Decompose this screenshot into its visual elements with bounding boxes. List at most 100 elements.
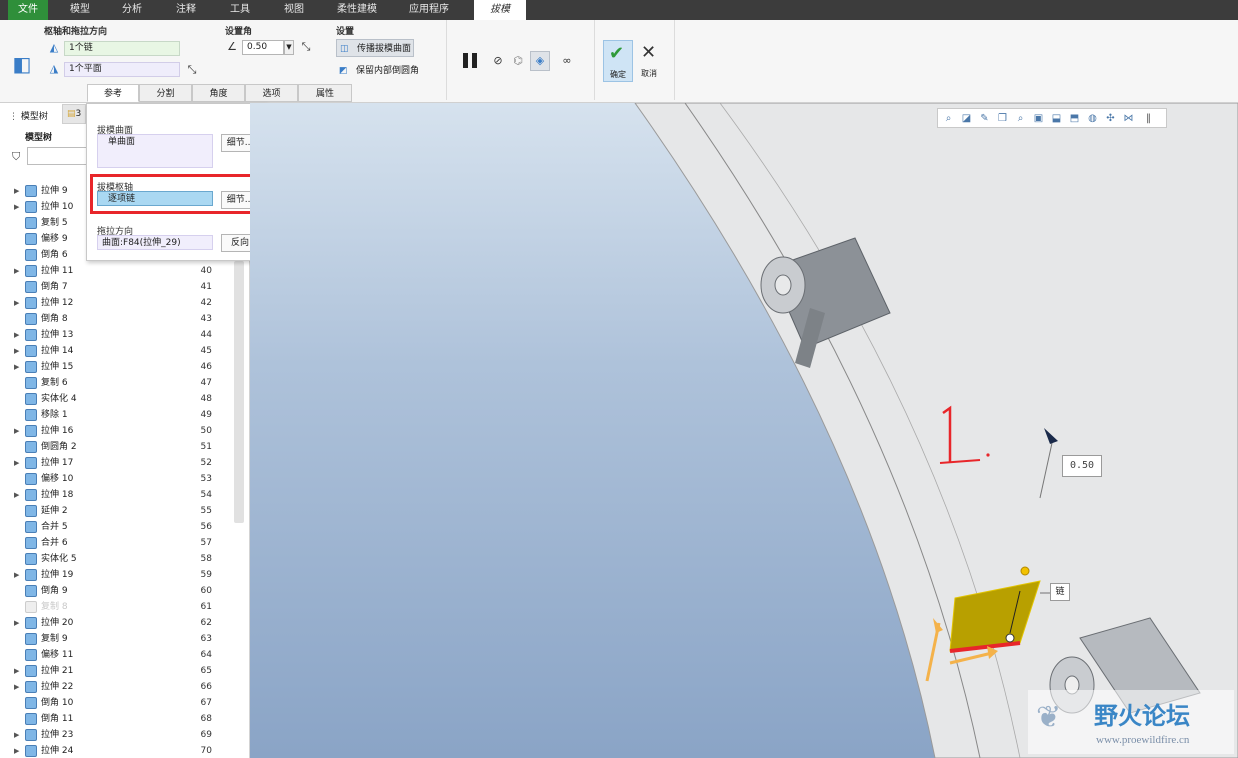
preview-geometry-icon[interactable]: ⌬ [510, 53, 526, 69]
expand-arrow-icon[interactable]: ▶ [14, 743, 19, 758]
tab-tools[interactable]: 工具 [222, 0, 258, 20]
keep-round-button[interactable]: ◩ 保留内部倒圆角 [336, 62, 426, 80]
tree-row[interactable]: ▶ 拉伸 12 42 [0, 295, 232, 311]
draft-hinges-collector[interactable]: 逐项链 [97, 191, 213, 206]
tab-view[interactable]: 视图 [276, 0, 312, 20]
tab-analysis[interactable]: 分析 [114, 0, 150, 20]
expand-arrow-icon[interactable]: ▶ [14, 199, 19, 215]
tree-row[interactable]: ▶ 拉伸 16 50 [0, 423, 232, 439]
tree-row[interactable]: 移除 1 49 [0, 407, 232, 423]
draft-surfaces-collector[interactable]: 单曲面 [97, 134, 213, 168]
expand-arrow-icon[interactable]: ▶ [14, 455, 19, 471]
tree-row[interactable]: ▶ 拉伸 21 65 [0, 663, 232, 679]
tab-annotate[interactable]: 注释 [168, 0, 204, 20]
tab-draft[interactable]: 拔模 [474, 0, 526, 20]
expand-arrow-icon[interactable]: ▶ [14, 679, 19, 695]
pull-direction-collector[interactable]: 1个平面 [64, 62, 180, 77]
expand-arrow-icon[interactable]: ▶ [14, 567, 19, 583]
expand-arrow-icon[interactable]: ▶ [14, 727, 19, 743]
glasses-icon[interactable]: ∞ [556, 53, 578, 69]
tree-row[interactable]: 倒角 7 41 [0, 279, 232, 295]
angle-dimension-label[interactable]: 0.50 [1062, 455, 1102, 477]
expand-arrow-icon[interactable]: ▶ [14, 487, 19, 503]
saved-views-icon[interactable]: ❒ [996, 112, 1009, 125]
ok-button[interactable]: ✔ 确定 [603, 40, 633, 82]
expand-arrow-icon[interactable]: ▶ [14, 327, 19, 343]
expand-arrow-icon[interactable]: ▶ [14, 183, 19, 199]
expand-arrow-icon[interactable]: ▶ [14, 615, 19, 631]
tab-applications[interactable]: 应用程序 [400, 0, 458, 20]
expand-arrow-icon[interactable]: ▶ [14, 423, 19, 439]
tree-row[interactable]: 实体化 5 58 [0, 551, 232, 567]
zoom-out-icon[interactable]: ⌕ [1014, 112, 1027, 125]
tree-row[interactable]: ▶ 拉伸 23 69 [0, 727, 232, 743]
tree-row[interactable]: 倒角 11 68 [0, 711, 232, 727]
tree-row[interactable]: 复制 9 63 [0, 631, 232, 647]
display-style-icon[interactable]: ▣ [1032, 112, 1045, 125]
pause-icon[interactable] [463, 53, 468, 68]
orient-icon[interactable]: ⬓ [1050, 112, 1063, 125]
verify-icon[interactable]: ◈ [530, 51, 550, 71]
graphics-viewport[interactable]: 0.50 链 1. ⌕ ◪ ✎ ❒ ⌕ ▣ ⬓ ⬒ ◍ ✣ ⋈ ‖ ❦ 野火论坛… [250, 103, 1238, 758]
expand-arrow-icon[interactable]: ▶ [14, 343, 19, 359]
subtab-references[interactable]: 参考 [87, 84, 139, 102]
no-preview-icon[interactable]: ⊘ [490, 53, 506, 69]
angle-dropdown-arrow-icon[interactable]: ▼ [284, 40, 294, 55]
datum-display-icon[interactable]: ✣ [1104, 112, 1117, 125]
tree-row[interactable]: ▶ 拉伸 24 70 [0, 743, 232, 758]
refit-icon[interactable]: ◪ [960, 112, 973, 125]
tab-layer-tree[interactable]: ▤3 [62, 104, 86, 124]
tree-row[interactable]: 实体化 4 48 [0, 391, 232, 407]
tree-row[interactable]: 倒角 9 60 [0, 583, 232, 599]
tree-row[interactable]: 合并 5 56 [0, 519, 232, 535]
cancel-button[interactable]: ✕ 取消 [636, 40, 662, 82]
tree-row[interactable]: ▶ 拉伸 19 59 [0, 567, 232, 583]
tree-row[interactable]: 倒圆角 2 51 [0, 439, 232, 455]
tree-row[interactable]: 倒角 10 67 [0, 695, 232, 711]
repaint-icon[interactable]: ✎ [978, 112, 991, 125]
tab-file[interactable]: 文件 [8, 0, 48, 20]
subtab-angles[interactable]: 角度 [192, 84, 245, 102]
angle-input[interactable]: 0.50 [242, 40, 284, 55]
tree-row[interactable]: ▶ 拉伸 22 66 [0, 679, 232, 695]
filter-icon[interactable]: ⛉ [12, 150, 20, 164]
expand-arrow-icon[interactable]: ▶ [14, 263, 19, 279]
tab-model-tree[interactable]: ⋮ 模型树 [9, 109, 48, 122]
tab-model[interactable]: 模型 [62, 0, 98, 20]
tree-row[interactable]: ▶ 拉伸 20 62 [0, 615, 232, 631]
flip-direction-icon[interactable]: ⤡ [184, 62, 200, 78]
tree-row[interactable]: ▶ 拉伸 11 40 [0, 263, 232, 279]
tree-filter-input[interactable] [27, 147, 87, 165]
zoom-icon[interactable]: ⌕ [942, 112, 955, 125]
propagate-surface-button[interactable]: ◫ 传播拔模曲面 [336, 39, 414, 57]
tree-row[interactable]: ▶ 拉伸 13 44 [0, 327, 232, 343]
tree-row[interactable]: ▶ 拉伸 14 45 [0, 343, 232, 359]
tree-row[interactable]: 复制 6 47 [0, 375, 232, 391]
pivot-collector[interactable]: 1个链 [64, 41, 180, 56]
tree-row[interactable]: 合并 6 57 [0, 535, 232, 551]
tree-row[interactable]: 延伸 2 55 [0, 503, 232, 519]
expand-arrow-icon[interactable]: ▶ [14, 359, 19, 375]
angle-flip-icon[interactable]: ⤡ [298, 39, 314, 55]
anchor-point[interactable] [1005, 633, 1015, 643]
tree-row[interactable]: 偏移 11 64 [0, 647, 232, 663]
tree-row[interactable]: 复制 8 61 [0, 599, 232, 615]
tab-flexible-modeling[interactable]: 柔性建模 [330, 0, 384, 20]
expand-arrow-icon[interactable]: ▶ [14, 295, 19, 311]
tree-scrollbar[interactable] [234, 261, 244, 523]
expand-arrow-icon[interactable]: ▶ [14, 663, 19, 679]
pull-direction-field[interactable]: 曲面:F84(拉伸_29) [97, 235, 213, 250]
tree-row[interactable]: ▶ 拉伸 17 52 [0, 455, 232, 471]
pause-regen-icon[interactable]: ‖ [1142, 112, 1155, 125]
tree-row[interactable]: ▶ 拉伸 15 46 [0, 359, 232, 375]
subtab-properties[interactable]: 属性 [298, 84, 352, 102]
tree-row[interactable]: ▶ 拉伸 18 54 [0, 487, 232, 503]
subtab-options[interactable]: 选项 [245, 84, 298, 102]
annotation-display-icon[interactable]: ⋈ [1122, 112, 1135, 125]
perspective-icon[interactable]: ◍ [1086, 112, 1099, 125]
tree-row[interactable]: 偏移 10 53 [0, 471, 232, 487]
tree-row[interactable]: 倒角 8 43 [0, 311, 232, 327]
drag-handle[interactable] [1020, 566, 1030, 576]
view-manager-icon[interactable]: ⬒ [1068, 112, 1081, 125]
subtab-split[interactable]: 分割 [139, 84, 192, 102]
